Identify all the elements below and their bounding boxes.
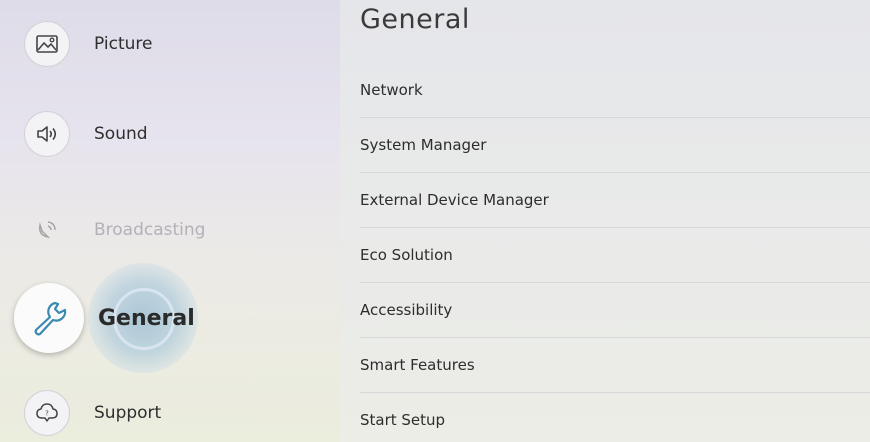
picture-icon bbox=[24, 21, 70, 67]
sidebar-item-label: Sound bbox=[94, 124, 148, 144]
sidebar-item-label: General bbox=[98, 305, 195, 331]
sidebar-item-support[interactable]: ? Support bbox=[0, 383, 340, 442]
broadcasting-icon bbox=[24, 207, 70, 253]
menu-item-accessibility[interactable]: Accessibility bbox=[360, 283, 870, 338]
sidebar-item-label: Support bbox=[94, 403, 162, 423]
page-title: General bbox=[360, 4, 470, 35]
sidebar-item-picture[interactable]: Picture bbox=[0, 14, 340, 74]
menu-item-network[interactable]: Network bbox=[360, 63, 870, 118]
sidebar-item-label: Broadcasting bbox=[94, 220, 206, 240]
menu-item-smart-features[interactable]: Smart Features bbox=[360, 338, 870, 393]
sound-icon bbox=[24, 111, 70, 157]
menu-item-start-setup[interactable]: Start Setup bbox=[360, 393, 870, 442]
sidebar-item-broadcasting[interactable]: Broadcasting bbox=[0, 200, 340, 260]
settings-sidebar: Picture Sound Broadcasting General ? Sup… bbox=[0, 0, 340, 442]
settings-menu: Network System Manager External Device M… bbox=[360, 63, 870, 442]
menu-item-external-device-manager[interactable]: External Device Manager bbox=[360, 173, 870, 228]
sidebar-item-label: Picture bbox=[94, 34, 153, 54]
settings-screen: Picture Sound Broadcasting General ? Sup… bbox=[0, 0, 870, 442]
sidebar-item-general[interactable]: General bbox=[0, 263, 340, 373]
menu-item-system-manager[interactable]: System Manager bbox=[360, 118, 870, 173]
menu-item-eco-solution[interactable]: Eco Solution bbox=[360, 228, 870, 283]
support-icon: ? bbox=[24, 390, 70, 436]
wrench-icon bbox=[14, 283, 84, 353]
sidebar-item-sound[interactable]: Sound bbox=[0, 104, 340, 164]
svg-text:?: ? bbox=[45, 410, 49, 418]
general-settings-panel: General Network System Manager External … bbox=[340, 0, 870, 442]
